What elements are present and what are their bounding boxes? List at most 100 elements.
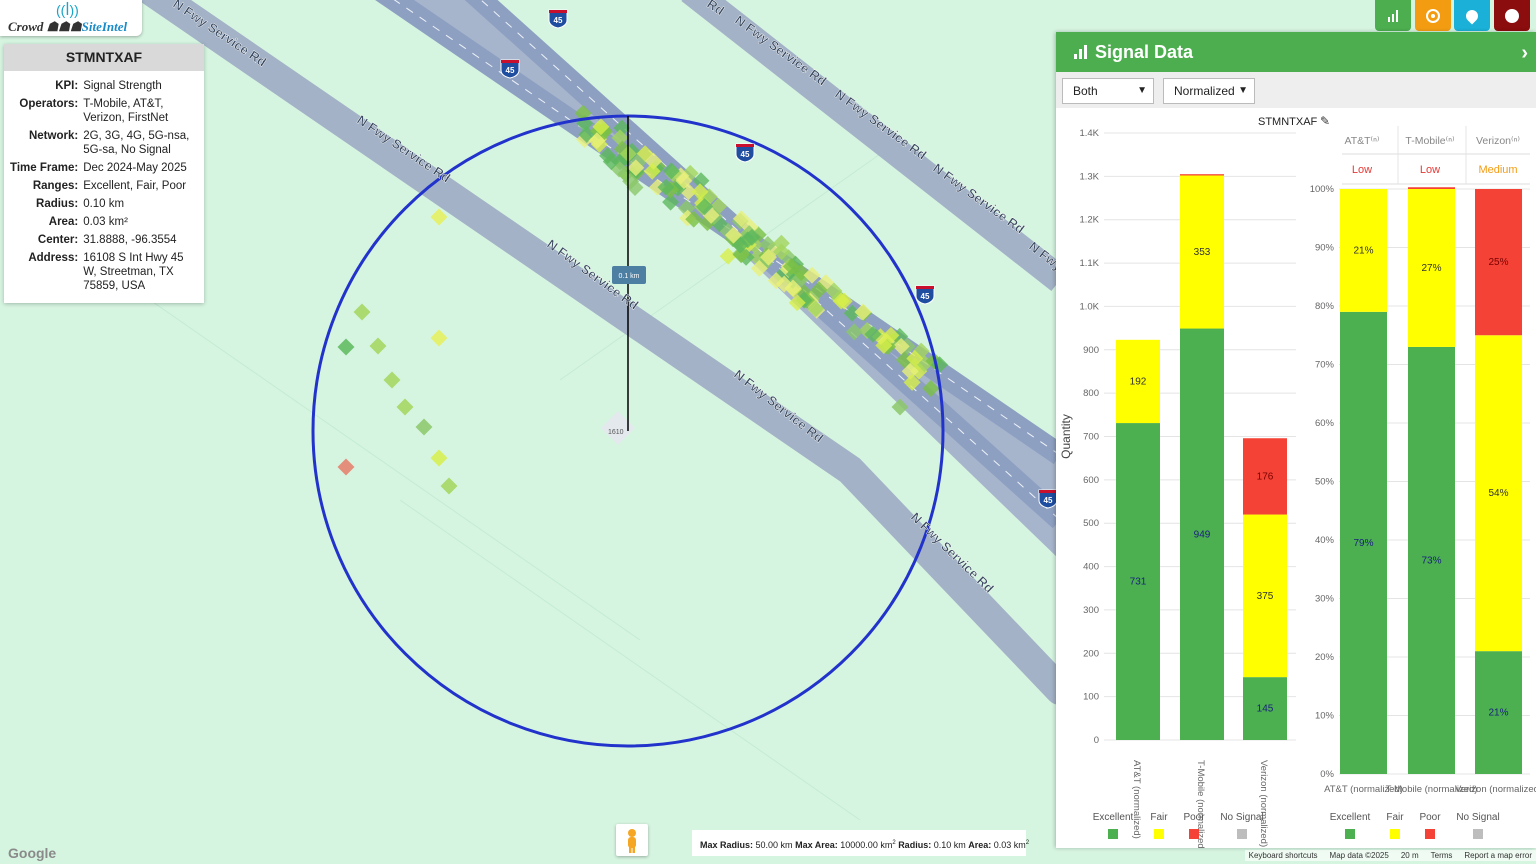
legend-label: Excellent [1330, 812, 1371, 823]
chart-icon [1388, 9, 1398, 22]
info-row: Network: 2G, 3G, 4G, 5G-nsa, 5G-sa, No Si… [8, 127, 200, 159]
bar-segment-poor[interactable] [1180, 174, 1224, 176]
brand-name: Crowd ☗☗☗SiteIntel [8, 19, 128, 34]
legend-swatch[interactable] [1189, 829, 1199, 839]
rating-value: Low [1352, 164, 1372, 176]
signal-data-panel: Signal Data › Both ▼ Normalized ▼ STMNTXAF… [1056, 32, 1536, 848]
terms-link[interactable]: Terms [1431, 851, 1453, 860]
globe-pin-icon [1505, 8, 1519, 23]
y-tick-label: 20% [1315, 652, 1335, 663]
y-tick-label: 60% [1315, 418, 1335, 429]
info-key: Area: [48, 216, 79, 228]
radius-tool-button[interactable] [1415, 0, 1451, 31]
y-tick-label: 1.2K [1079, 215, 1099, 226]
x-tick-label: AT&T (normalized) [1131, 760, 1142, 839]
interstate-shield: 45 [915, 285, 935, 305]
site-title: STMNTXAF [4, 44, 204, 71]
pegman-icon [628, 829, 636, 853]
network-mode-select[interactable]: Both ▼ [1062, 78, 1154, 104]
y-tick-label: 50% [1315, 477, 1335, 488]
site-info-card: STMNTXAF KPI: Signal Strength Operators: T-… [4, 44, 204, 303]
info-row: Area: 0.03 km² [8, 213, 200, 231]
info-key: KPI: [55, 80, 79, 92]
y-tick-label: 70% [1315, 360, 1335, 371]
info-value: T-Mobile, AT&T, Verizon, FirstNet [83, 98, 169, 124]
rating-value: Medium [1478, 164, 1517, 176]
info-key: Ranges: [32, 180, 79, 192]
info-value: Signal Strength [83, 80, 162, 92]
bar-chart-icon [1074, 45, 1087, 59]
y-tick-label: 400 [1083, 562, 1099, 573]
info-value: 2G, 3G, 4G, 5G-nsa, 5G-sa, No Signal [83, 130, 190, 156]
map-attribution: Keyboard shortcuts Map data ©2025 20 m T… [1244, 850, 1536, 861]
y-tick-label: 80% [1315, 301, 1335, 312]
legend-swatch[interactable] [1425, 829, 1435, 839]
bar-value-label: 21% [1488, 708, 1508, 719]
y-tick-label: 300 [1083, 605, 1099, 616]
y-tick-label: 1.0K [1079, 301, 1099, 312]
info-value: Dec 2024-May 2025 [83, 162, 187, 174]
bar-value-label: 79% [1353, 538, 1373, 549]
bar-value-label: 21% [1353, 245, 1373, 256]
chart-toggle-button[interactable] [1375, 0, 1411, 31]
panel-controls: Both ▼ Normalized ▼ [1056, 72, 1536, 108]
info-key: Operators: [19, 98, 79, 110]
y-tick-label: 600 [1083, 475, 1099, 486]
info-row: Center: 31.8888, -96.3554 [8, 231, 200, 249]
pin-icon [1463, 7, 1481, 24]
y-tick-label: 10% [1315, 711, 1335, 722]
bar-value-label: 731 [1130, 577, 1147, 588]
legend-swatch[interactable] [1154, 829, 1164, 839]
x-tick-label: Verizon (normalized) [1455, 784, 1536, 795]
legend-swatch[interactable] [1390, 829, 1400, 839]
bar-value-label: 949 [1194, 529, 1211, 540]
edit-pencil-icon[interactable]: ✎ [1320, 114, 1330, 128]
report-error-link[interactable]: Report a map error [1464, 851, 1532, 860]
chevron-down-icon: ▼ [1137, 85, 1147, 96]
x-tick-label: Verizon (normalized) [1258, 760, 1269, 847]
info-key: Radius: [36, 198, 79, 210]
shield-number: 45 [506, 66, 515, 75]
bar-value-label: 353 [1194, 247, 1211, 258]
info-value: 31.8888, -96.3554 [83, 234, 177, 246]
info-key: Network: [28, 130, 79, 142]
info-key: Time Frame: [10, 162, 79, 174]
legend-label: Fair [1150, 812, 1168, 823]
chevron-down-icon: ▼ [1238, 85, 1248, 96]
y-tick-label: 0% [1320, 769, 1334, 780]
scale-select[interactable]: Normalized ▼ [1163, 78, 1255, 104]
google-logo: Google [8, 845, 57, 861]
y-tick-label: 40% [1315, 535, 1335, 546]
bar-value-label: 176 [1257, 471, 1274, 482]
y-tick-label: 200 [1083, 648, 1099, 659]
legend-swatch[interactable] [1345, 829, 1355, 839]
y-tick-label: 100% [1310, 184, 1335, 195]
rating-header: AT&T⁽ⁿ⁾ [1344, 135, 1379, 147]
keyboard-shortcuts-link[interactable]: Keyboard shortcuts [1249, 851, 1318, 860]
brand-logo[interactable]: ((ꟾ)) Crowd ☗☗☗SiteIntel [0, 0, 142, 36]
shield-number: 45 [921, 292, 930, 301]
y-tick-label: 800 [1083, 388, 1099, 399]
info-value: 0.03 km² [83, 216, 128, 228]
rating-value: Low [1420, 164, 1440, 176]
info-row: Time Frame: Dec 2024-May 2025 [8, 159, 200, 177]
target-icon [1426, 8, 1440, 23]
shield-number: 45 [1044, 496, 1053, 505]
bar-segment-poor[interactable] [1408, 187, 1455, 189]
info-key: Center: [37, 234, 79, 246]
collapse-chevron-icon[interactable]: › [1521, 42, 1528, 65]
legend-label: Excellent [1093, 812, 1134, 823]
legend-swatch[interactable] [1108, 829, 1118, 839]
info-value: 0.10 km [83, 198, 125, 210]
panel-title: Signal Data [1095, 41, 1194, 62]
street-view-button[interactable] [616, 824, 648, 856]
legend-label: No Signal [1220, 812, 1263, 823]
legend-swatch[interactable] [1237, 829, 1247, 839]
bar-value-label: 375 [1257, 591, 1274, 602]
legend-swatch[interactable] [1473, 829, 1483, 839]
y-tick-label: 1.4K [1079, 128, 1099, 139]
center-address-label: 1610 [608, 429, 624, 436]
y-tick-label: 900 [1083, 345, 1099, 356]
globe-button[interactable] [1494, 0, 1530, 31]
location-pin-button[interactable] [1454, 0, 1490, 31]
